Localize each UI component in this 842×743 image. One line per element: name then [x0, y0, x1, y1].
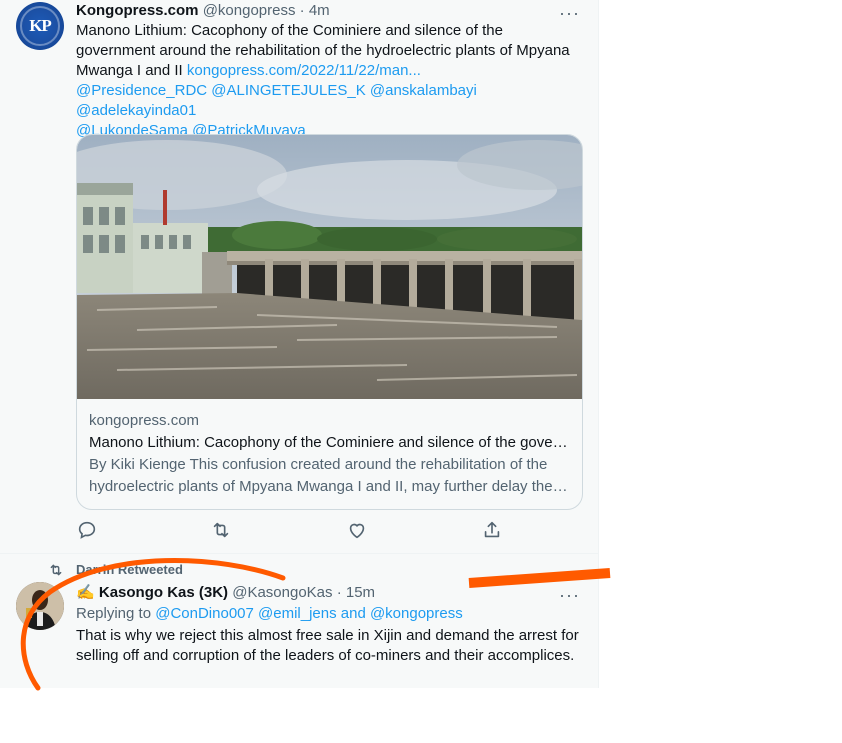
tweet-text: That is why we reject this almost free s… [76, 627, 579, 664]
author-handle[interactable]: @KasongoKas [232, 584, 332, 601]
card-title: Manono Lithium: Cacophony of the Cominie… [89, 434, 568, 451]
tweet-text: Manono Lithium: Cacophony of the Cominie… [76, 21, 586, 141]
retweet-indicator-icon [50, 564, 62, 576]
avatar[interactable] [16, 582, 64, 630]
retweet-icon[interactable] [210, 519, 232, 541]
card-image[interactable] [77, 135, 582, 399]
replying-prefix: Replying to [76, 605, 152, 622]
share-icon[interactable] [481, 519, 503, 541]
avatar-photo [16, 582, 64, 630]
dam-photo [77, 135, 582, 399]
column-divider [598, 0, 599, 688]
replying-handles[interactable]: @ConDino007 @emil_jens and @kongopress [155, 605, 463, 622]
author-name[interactable]: Kasongo Kas (3K) [99, 584, 228, 601]
more-options-icon[interactable]: ··· [559, 586, 580, 604]
avatar[interactable]: KP [16, 2, 64, 50]
replying-to: Replying to @ConDino007 @emil_jens and @… [76, 604, 586, 624]
card-desc-line-1: By Kiki Kienge This confusion created ar… [89, 456, 548, 473]
separator: · [299, 2, 305, 19]
tweet-link[interactable]: kongopress.com/2022/11/22/man... [187, 62, 421, 79]
tweet-header: ✍ Kasongo Kas (3K) @KasongoKas · 15m [76, 583, 375, 603]
reply-icon[interactable] [76, 519, 98, 541]
more-options-icon[interactable]: ··· [559, 4, 580, 22]
retweeted-by[interactable]: Darrin Retweeted [76, 562, 183, 577]
card-desc-line-2: hydroelectric plants of Mpyana Mwanga I … [89, 478, 568, 495]
name-emoji: ✍ [76, 584, 95, 601]
mentions-line-1[interactable]: @Presidence_RDC @ALINGETEJULES_K @anskal… [76, 82, 477, 119]
card-domain: kongopress.com [89, 412, 200, 429]
avatar-ring [20, 6, 60, 46]
tweet-header: Kongopress.com @kongopress · 4m [76, 1, 330, 21]
like-icon[interactable] [346, 519, 368, 541]
timestamp[interactable]: 15m [346, 584, 375, 601]
link-card[interactable]: kongopress.com Manono Lithium: Cacophony… [76, 134, 583, 510]
tweet-actions [76, 519, 506, 541]
separator: · [336, 584, 342, 601]
timestamp[interactable]: 4m [309, 2, 330, 19]
tweet-kongopress[interactable]: KP Kongopress.com @kongopress · 4m ··· M… [0, 0, 598, 553]
author-handle[interactable]: @kongopress [203, 2, 296, 19]
card-meta: kongopress.com Manono Lithium: Cacophony… [89, 410, 569, 498]
tweet-kasongo[interactable]: Darrin Retweeted ✍ Kasongo Kas (3K) @Kas… [0, 553, 598, 689]
author-name[interactable]: Kongopress.com [76, 2, 199, 19]
